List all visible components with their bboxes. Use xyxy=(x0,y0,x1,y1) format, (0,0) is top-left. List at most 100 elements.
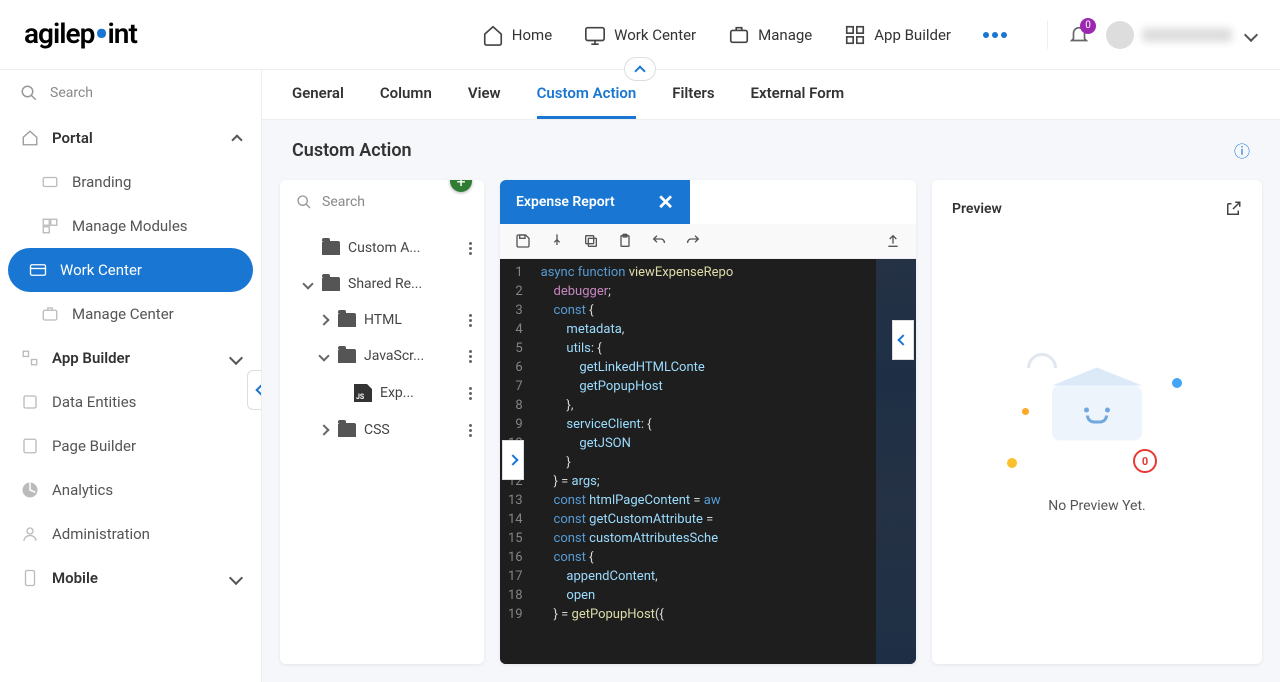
manage-center-icon xyxy=(40,304,60,324)
grid-icon xyxy=(844,24,866,46)
tree-node[interactable]: CSS xyxy=(280,412,484,448)
notification-badge: 0 xyxy=(1080,18,1096,34)
logo: agilep•int xyxy=(24,11,137,58)
sidebar-group-portal[interactable]: Portal xyxy=(0,116,261,160)
chevron-down-icon xyxy=(229,571,243,585)
work-center-icon xyxy=(28,260,48,280)
kebab-menu[interactable] xyxy=(469,242,472,255)
search-placeholder: Search xyxy=(50,85,93,101)
page-builder-icon xyxy=(20,436,40,456)
tree-node[interactable]: Custom A... xyxy=(280,230,484,266)
info-icon[interactable]: ⓘ xyxy=(1234,138,1250,162)
nav-manage[interactable]: Manage xyxy=(728,24,812,46)
nav-work-center[interactable]: Work Center xyxy=(584,24,696,46)
search-icon xyxy=(20,84,38,102)
caret-icon xyxy=(318,350,329,361)
sidebar-item-manage-center[interactable]: Manage Center xyxy=(0,292,261,336)
modules-icon xyxy=(40,216,60,236)
chevron-left-icon xyxy=(897,334,908,345)
pin-button[interactable] xyxy=(548,232,566,250)
sidebar-item-analytics[interactable]: Analytics xyxy=(0,468,261,512)
sidebar-search[interactable]: Search xyxy=(0,70,261,116)
tree-node-label: JavaScr... xyxy=(364,348,461,364)
tree-node[interactable]: JavaScr... xyxy=(280,338,484,374)
js-file-icon: JS xyxy=(354,384,372,402)
preview-badge: 0 xyxy=(1133,449,1157,473)
kebab-menu[interactable] xyxy=(469,350,472,363)
chevron-left-icon xyxy=(255,384,262,395)
sidebar-item-manage-modules[interactable]: Manage Modules xyxy=(0,204,261,248)
nav-label: Work Center xyxy=(614,26,696,44)
tree-node-label: HTML xyxy=(364,312,461,328)
mobile-icon xyxy=(20,568,40,588)
nav-label: Home xyxy=(512,26,552,44)
tab-general[interactable]: General xyxy=(292,84,344,119)
collapse-header-button[interactable] xyxy=(624,57,656,81)
collapse-sidebar-button[interactable] xyxy=(247,370,262,410)
tab-custom-action[interactable]: Custom Action xyxy=(537,84,637,119)
undo-button[interactable] xyxy=(650,232,668,250)
analytics-icon xyxy=(20,480,40,500)
tree-node-label: Exp... xyxy=(380,385,461,401)
folder-icon xyxy=(322,241,340,255)
nav-more[interactable] xyxy=(983,24,1007,46)
chevron-right-icon xyxy=(507,454,518,465)
popout-button[interactable] xyxy=(1224,200,1242,218)
chevron-down-icon xyxy=(1244,27,1258,41)
close-tab-button[interactable]: ✕ xyxy=(657,190,674,214)
app-builder-icon xyxy=(20,348,40,368)
section-title: Custom Action xyxy=(292,140,412,161)
empty-state-illustration: 0 xyxy=(1007,348,1187,478)
tab-view[interactable]: View xyxy=(468,84,501,119)
collapse-left-button[interactable] xyxy=(892,320,914,360)
preview-empty-text: No Preview Yet. xyxy=(1048,498,1146,514)
user-menu[interactable] xyxy=(1106,21,1256,49)
sidebar-item-page-builder[interactable]: Page Builder xyxy=(0,424,261,468)
kebab-menu[interactable] xyxy=(469,424,472,437)
user-name xyxy=(1142,28,1232,42)
sidebar-item-branding[interactable]: Branding xyxy=(0,160,261,204)
tree-node[interactable]: JS Exp... xyxy=(280,374,484,412)
tab-external-form[interactable]: External Form xyxy=(751,84,845,119)
monitor-icon xyxy=(584,24,606,46)
kebab-menu[interactable] xyxy=(469,387,472,400)
tree-node-label: CSS xyxy=(364,422,461,438)
tree-node-label: Shared Re... xyxy=(348,276,472,292)
editor-tab[interactable]: Expense Report ✕ xyxy=(500,180,690,224)
nav-app-builder[interactable]: App Builder xyxy=(844,24,951,46)
folder-icon xyxy=(338,349,356,363)
folder-icon xyxy=(338,423,356,437)
redo-button[interactable] xyxy=(684,232,702,250)
home-icon xyxy=(482,24,504,46)
tree-node[interactable]: Shared Re... xyxy=(280,266,484,302)
chevron-up-icon xyxy=(231,134,242,145)
upload-button[interactable] xyxy=(884,232,902,250)
kebab-menu[interactable] xyxy=(469,314,472,327)
preview-title: Preview xyxy=(952,201,1002,217)
caret-icon xyxy=(318,424,329,435)
chevron-down-icon xyxy=(229,351,243,365)
copy-button[interactable] xyxy=(582,232,600,250)
code-editor[interactable]: 12345678910111213141516171819 async func… xyxy=(500,259,916,664)
folder-icon xyxy=(322,277,340,291)
sidebar-group-app-builder[interactable]: App Builder xyxy=(0,336,261,380)
tree-node[interactable]: HTML xyxy=(280,302,484,338)
data-entities-icon xyxy=(20,392,40,412)
nav-home[interactable]: Home xyxy=(482,24,552,46)
more-icon xyxy=(983,32,1007,38)
tab-filters[interactable]: Filters xyxy=(672,84,714,119)
search-icon xyxy=(296,194,312,210)
folder-icon xyxy=(338,313,356,327)
sidebar-item-work-center[interactable]: Work Center xyxy=(8,248,253,292)
sidebar-item-administration[interactable]: Administration xyxy=(0,512,261,556)
notifications-button[interactable]: 0 xyxy=(1068,24,1090,46)
sidebar-item-data-entities[interactable]: Data Entities xyxy=(0,380,261,424)
editor-tab-title: Expense Report xyxy=(516,194,615,210)
briefcase-icon xyxy=(728,24,750,46)
nav-label: Manage xyxy=(758,26,812,44)
tab-column[interactable]: Column xyxy=(380,84,432,119)
collapse-right-button[interactable] xyxy=(502,440,524,480)
sidebar-group-mobile[interactable]: Mobile xyxy=(0,556,261,600)
save-button[interactable] xyxy=(514,232,532,250)
paste-button[interactable] xyxy=(616,232,634,250)
